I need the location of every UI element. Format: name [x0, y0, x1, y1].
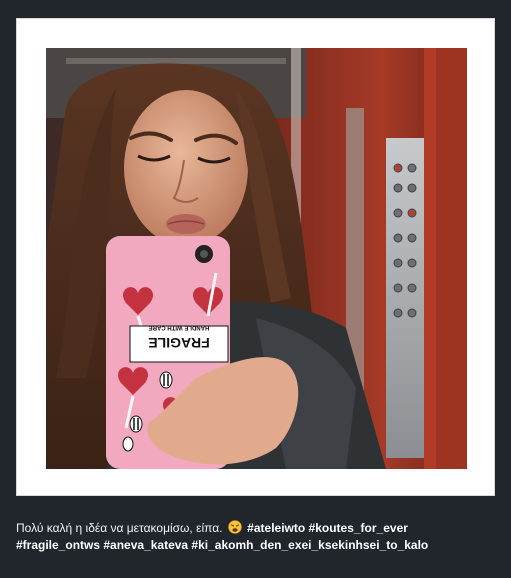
photo-card: FRAGILE HANDLE WITH CARE	[16, 18, 495, 496]
post-caption: Πολύ καλή η ιδέα να μετακομίσω, είπα. #a…	[16, 520, 496, 554]
hashtags-line-2[interactable]: #fragile_ontws #aneva_kateva #ki_akomh_d…	[16, 538, 428, 552]
sticker-subtitle: HANDLE WITH CARE	[149, 324, 210, 330]
selfie-image: FRAGILE HANDLE WITH CARE	[46, 48, 467, 469]
caption-text: Πολύ καλή η ιδέα να μετακομίσω, είπα.	[16, 521, 223, 535]
post-photo[interactable]: FRAGILE HANDLE WITH CARE	[46, 48, 467, 469]
hashtags-line-1[interactable]: #ateleiwto #koutes_for_ever	[247, 521, 408, 535]
weary-face-icon	[228, 520, 242, 534]
sticker-title: FRAGILE	[148, 335, 209, 351]
